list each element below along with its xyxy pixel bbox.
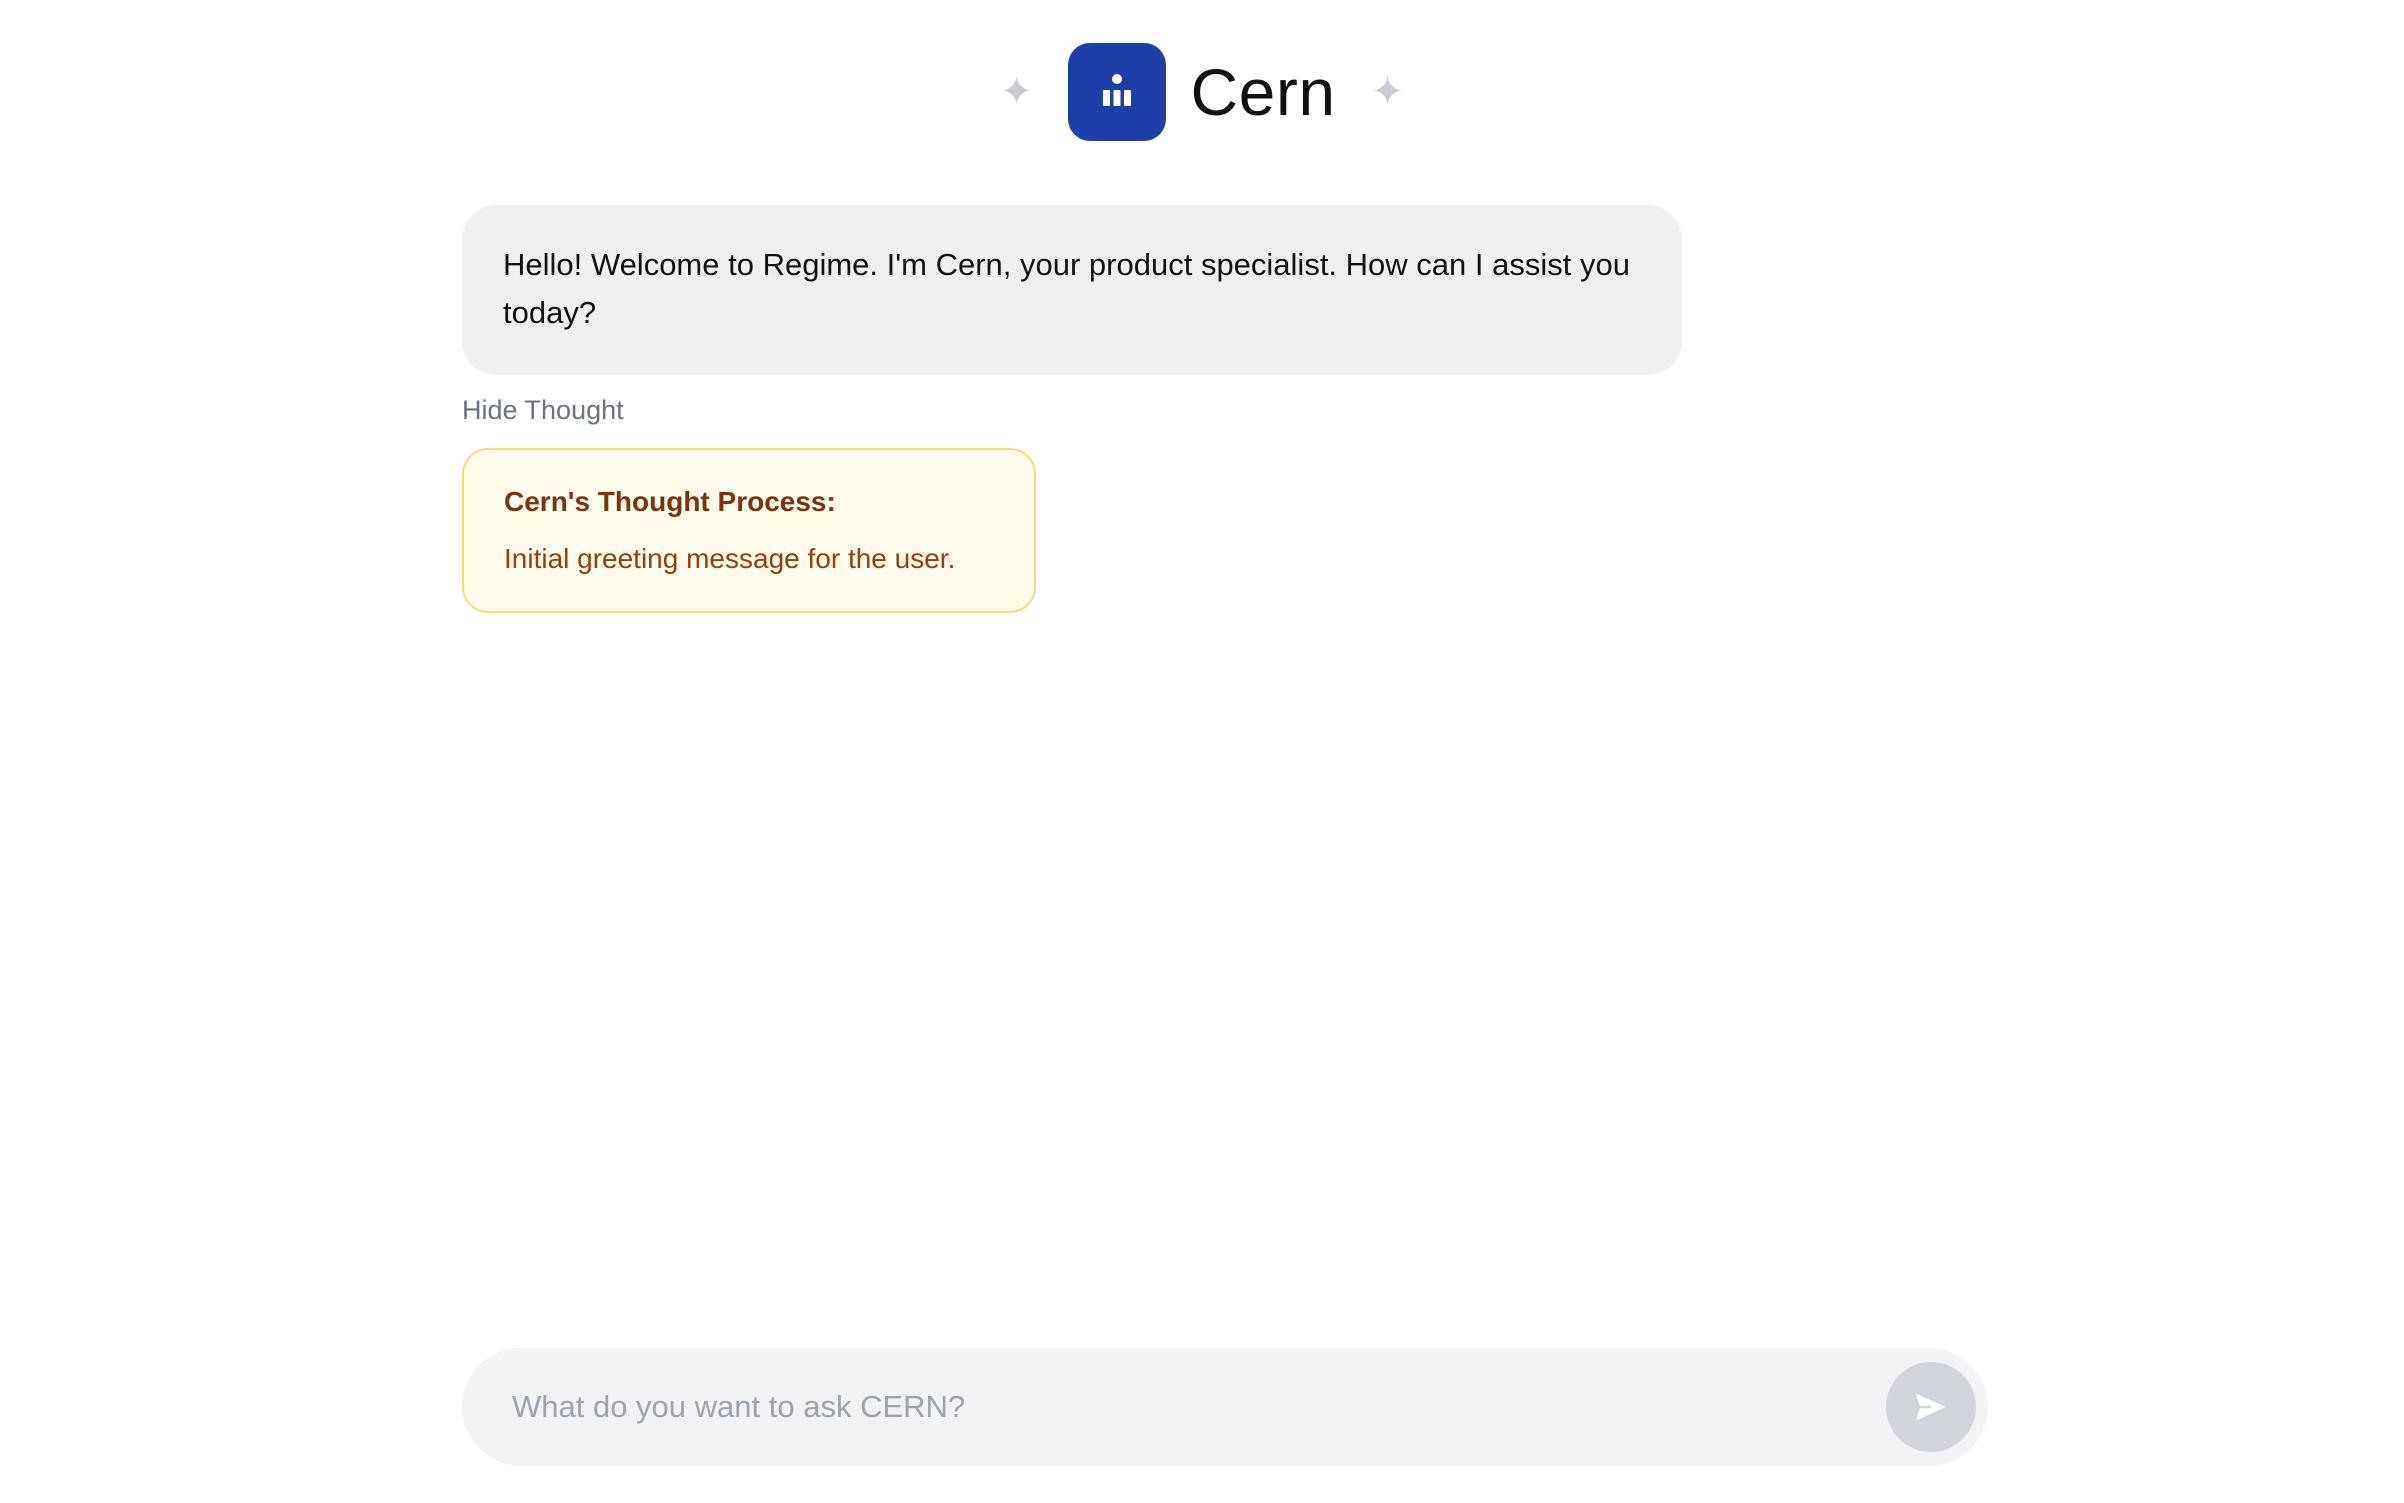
thought-process-title: Cern's Thought Process: — [504, 486, 836, 517]
brand-name: Cern — [1190, 55, 1336, 129]
send-button[interactable] — [1886, 1362, 1976, 1452]
chat-thread: Hello! Welcome to Regime. I'm Cern, your… — [462, 205, 1982, 613]
thought-process-card: Cern's Thought Process: Initial greeting… — [462, 448, 1036, 613]
app-header: ✦ Cern ✦ — [0, 42, 2404, 142]
sparkle-icon: ✦ — [1370, 70, 1405, 114]
hide-thought-toggle[interactable]: Hide Thought — [462, 395, 624, 426]
message-composer — [462, 1347, 1988, 1467]
cern-logo-icon — [1068, 43, 1167, 141]
sparkle-icon: ✦ — [999, 70, 1034, 114]
assistant-message-text: Hello! Welcome to Regime. I'm Cern, your… — [503, 247, 1630, 330]
assistant-message-bubble: Hello! Welcome to Regime. I'm Cern, your… — [462, 205, 1682, 375]
logo-glyph-icon — [1103, 74, 1132, 106]
message-input[interactable] — [462, 1347, 1886, 1467]
send-icon — [1916, 1393, 1946, 1421]
thought-process-body: Initial greeting message for the user. — [504, 543, 956, 574]
